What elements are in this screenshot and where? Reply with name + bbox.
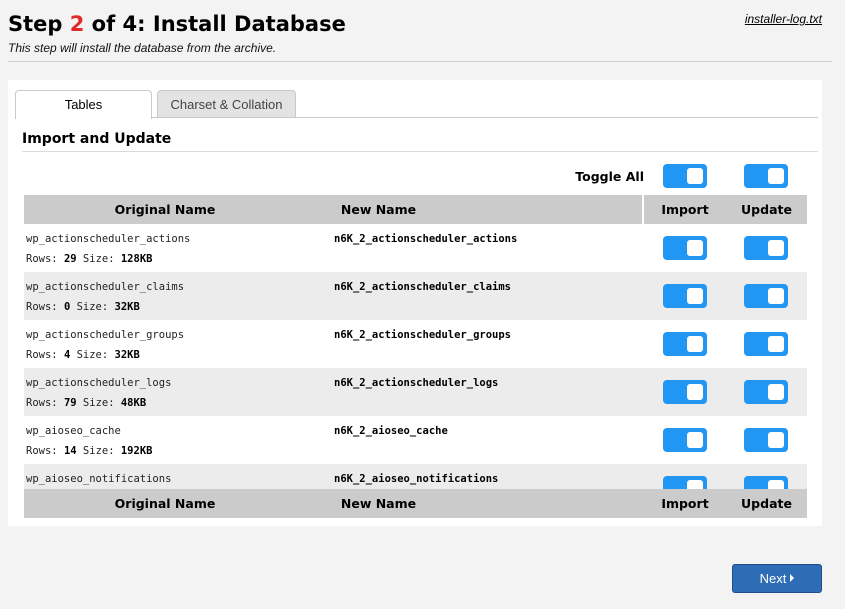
import-switch[interactable] <box>663 380 707 404</box>
import-switch[interactable] <box>663 476 707 489</box>
switch-knob <box>768 480 784 489</box>
size-label: Size: <box>76 349 109 361</box>
table-meta: Rows: 0 Size: 32KB <box>26 301 140 313</box>
row-count: 4 <box>63 349 71 361</box>
table-size: 192KB <box>120 445 153 457</box>
title-step-number: 2 <box>69 12 85 36</box>
section-divider <box>22 151 818 152</box>
switch-knob <box>687 384 703 400</box>
original-table-name: wp_actionscheduler_claims <box>26 281 185 293</box>
update-switch[interactable] <box>744 380 788 404</box>
rows-label: Rows: <box>26 397 58 409</box>
original-table-name: wp_actionscheduler_groups <box>26 329 185 341</box>
row-count: 79 <box>63 397 77 409</box>
toggle-all-import-switch[interactable] <box>663 164 707 188</box>
new-table-name: n6K_2_aioseo_notifications <box>334 473 499 485</box>
table-size: 128KB <box>120 253 153 265</box>
import-switch[interactable] <box>663 332 707 356</box>
switch-knob <box>687 240 703 256</box>
update-switch[interactable] <box>744 476 788 489</box>
table-size: 32KB <box>114 349 140 361</box>
switch-knob <box>687 480 703 489</box>
new-table-name: n6K_2_actionscheduler_groups <box>334 329 512 341</box>
table-row: wp_actionscheduler_groups Rows: 4 Size: … <box>24 320 807 368</box>
footer-original-name: Original Name <box>114 496 216 511</box>
column-update: Update <box>741 202 792 217</box>
footer-new-name: New Name <box>340 496 417 511</box>
size-label: Size: <box>82 397 115 409</box>
switch-knob <box>687 288 703 304</box>
install-panel: Tables Charset & Collation Import and Up… <box>8 80 822 526</box>
rows-label: Rows: <box>26 301 58 313</box>
table-row: wp_aioseo_cache Rows: 14 Size: 192KB n6K… <box>24 416 807 464</box>
page-title: Step 2 of 4: Install Database <box>8 10 830 38</box>
row-count: 29 <box>63 253 77 265</box>
switch-knob <box>768 240 784 256</box>
table-meta: Rows: 29 Size: 128KB <box>26 253 152 265</box>
row-count: 0 <box>63 301 71 313</box>
rows-label: Rows: <box>26 445 58 457</box>
title-prefix: Step <box>8 12 70 36</box>
table-meta: Rows: 79 Size: 48KB <box>26 397 146 409</box>
table-row: wp_actionscheduler_logs Rows: 79 Size: 4… <box>24 368 807 416</box>
original-table-name: wp_actionscheduler_actions <box>26 233 191 245</box>
row-count: 14 <box>63 445 77 457</box>
table-row: wp_actionscheduler_actions Rows: 29 Size… <box>24 224 807 272</box>
switch-knob <box>687 168 703 184</box>
toggle-all-update-switch[interactable] <box>744 164 788 188</box>
page-subtitle: This step will install the database from… <box>8 41 277 55</box>
switch-knob <box>768 432 784 448</box>
new-table-name: n6K_2_actionscheduler_logs <box>334 377 499 389</box>
new-table-name: n6K_2_aioseo_cache <box>334 425 448 437</box>
size-label: Size: <box>82 445 115 457</box>
tab-charset-collation[interactable]: Charset & Collation <box>157 90 296 118</box>
switch-knob <box>687 336 703 352</box>
size-label: Size: <box>82 253 115 265</box>
column-import: Import <box>661 202 709 217</box>
import-switch[interactable] <box>663 428 707 452</box>
tables-list[interactable]: wp_actionscheduler_actions Rows: 29 Size… <box>24 224 807 489</box>
original-table-name: wp_aioseo_cache <box>26 425 121 437</box>
table-meta: Rows: 4 Size: 32KB <box>26 349 140 361</box>
footer-import: Import <box>661 496 709 511</box>
new-table-name: n6K_2_actionscheduler_claims <box>334 281 512 293</box>
import-switch[interactable] <box>663 284 707 308</box>
table-header: Original Name New Name Import Update <box>24 195 807 224</box>
title-suffix: of 4: Install Database <box>84 12 346 36</box>
table-row: wp_actionscheduler_claims Rows: 0 Size: … <box>24 272 807 320</box>
table-footer: Original Name New Name Import Update <box>24 489 807 518</box>
table-size: 32KB <box>114 301 140 313</box>
update-switch[interactable] <box>744 284 788 308</box>
next-button-label: Next <box>759 571 787 586</box>
original-table-name: wp_actionscheduler_logs <box>26 377 172 389</box>
new-table-name: n6K_2_actionscheduler_actions <box>334 233 518 245</box>
tab-tables[interactable]: Tables <box>15 90 152 119</box>
column-original-name: Original Name <box>114 202 216 217</box>
import-switch[interactable] <box>663 236 707 260</box>
update-switch[interactable] <box>744 428 788 452</box>
caret-right-icon <box>790 574 795 582</box>
rows-label: Rows: <box>26 349 58 361</box>
installer-log-link[interactable]: installer-log.txt <box>745 12 822 26</box>
toggle-all-label: Toggle All <box>575 169 644 184</box>
column-new-name: New Name <box>340 202 417 217</box>
next-button[interactable]: Next <box>732 564 822 593</box>
switch-knob <box>768 336 784 352</box>
table-size: 48KB <box>120 397 147 409</box>
rows-label: Rows: <box>26 253 58 265</box>
page-header: Step 2 of 4: Install Database This step … <box>8 10 830 55</box>
original-table-name: wp_aioseo_notifications <box>26 473 172 485</box>
update-switch[interactable] <box>744 332 788 356</box>
footer-update: Update <box>741 496 792 511</box>
size-label: Size: <box>76 301 109 313</box>
switch-knob <box>768 384 784 400</box>
update-switch[interactable] <box>744 236 788 260</box>
table-row: wp_aioseo_notifications n6K_2_aioseo_not… <box>24 464 807 489</box>
header-divider <box>8 61 832 62</box>
switch-knob <box>687 432 703 448</box>
switch-knob <box>768 168 784 184</box>
switch-knob <box>768 288 784 304</box>
section-title: Import and Update <box>22 131 172 147</box>
table-meta: Rows: 14 Size: 192KB <box>26 445 152 457</box>
